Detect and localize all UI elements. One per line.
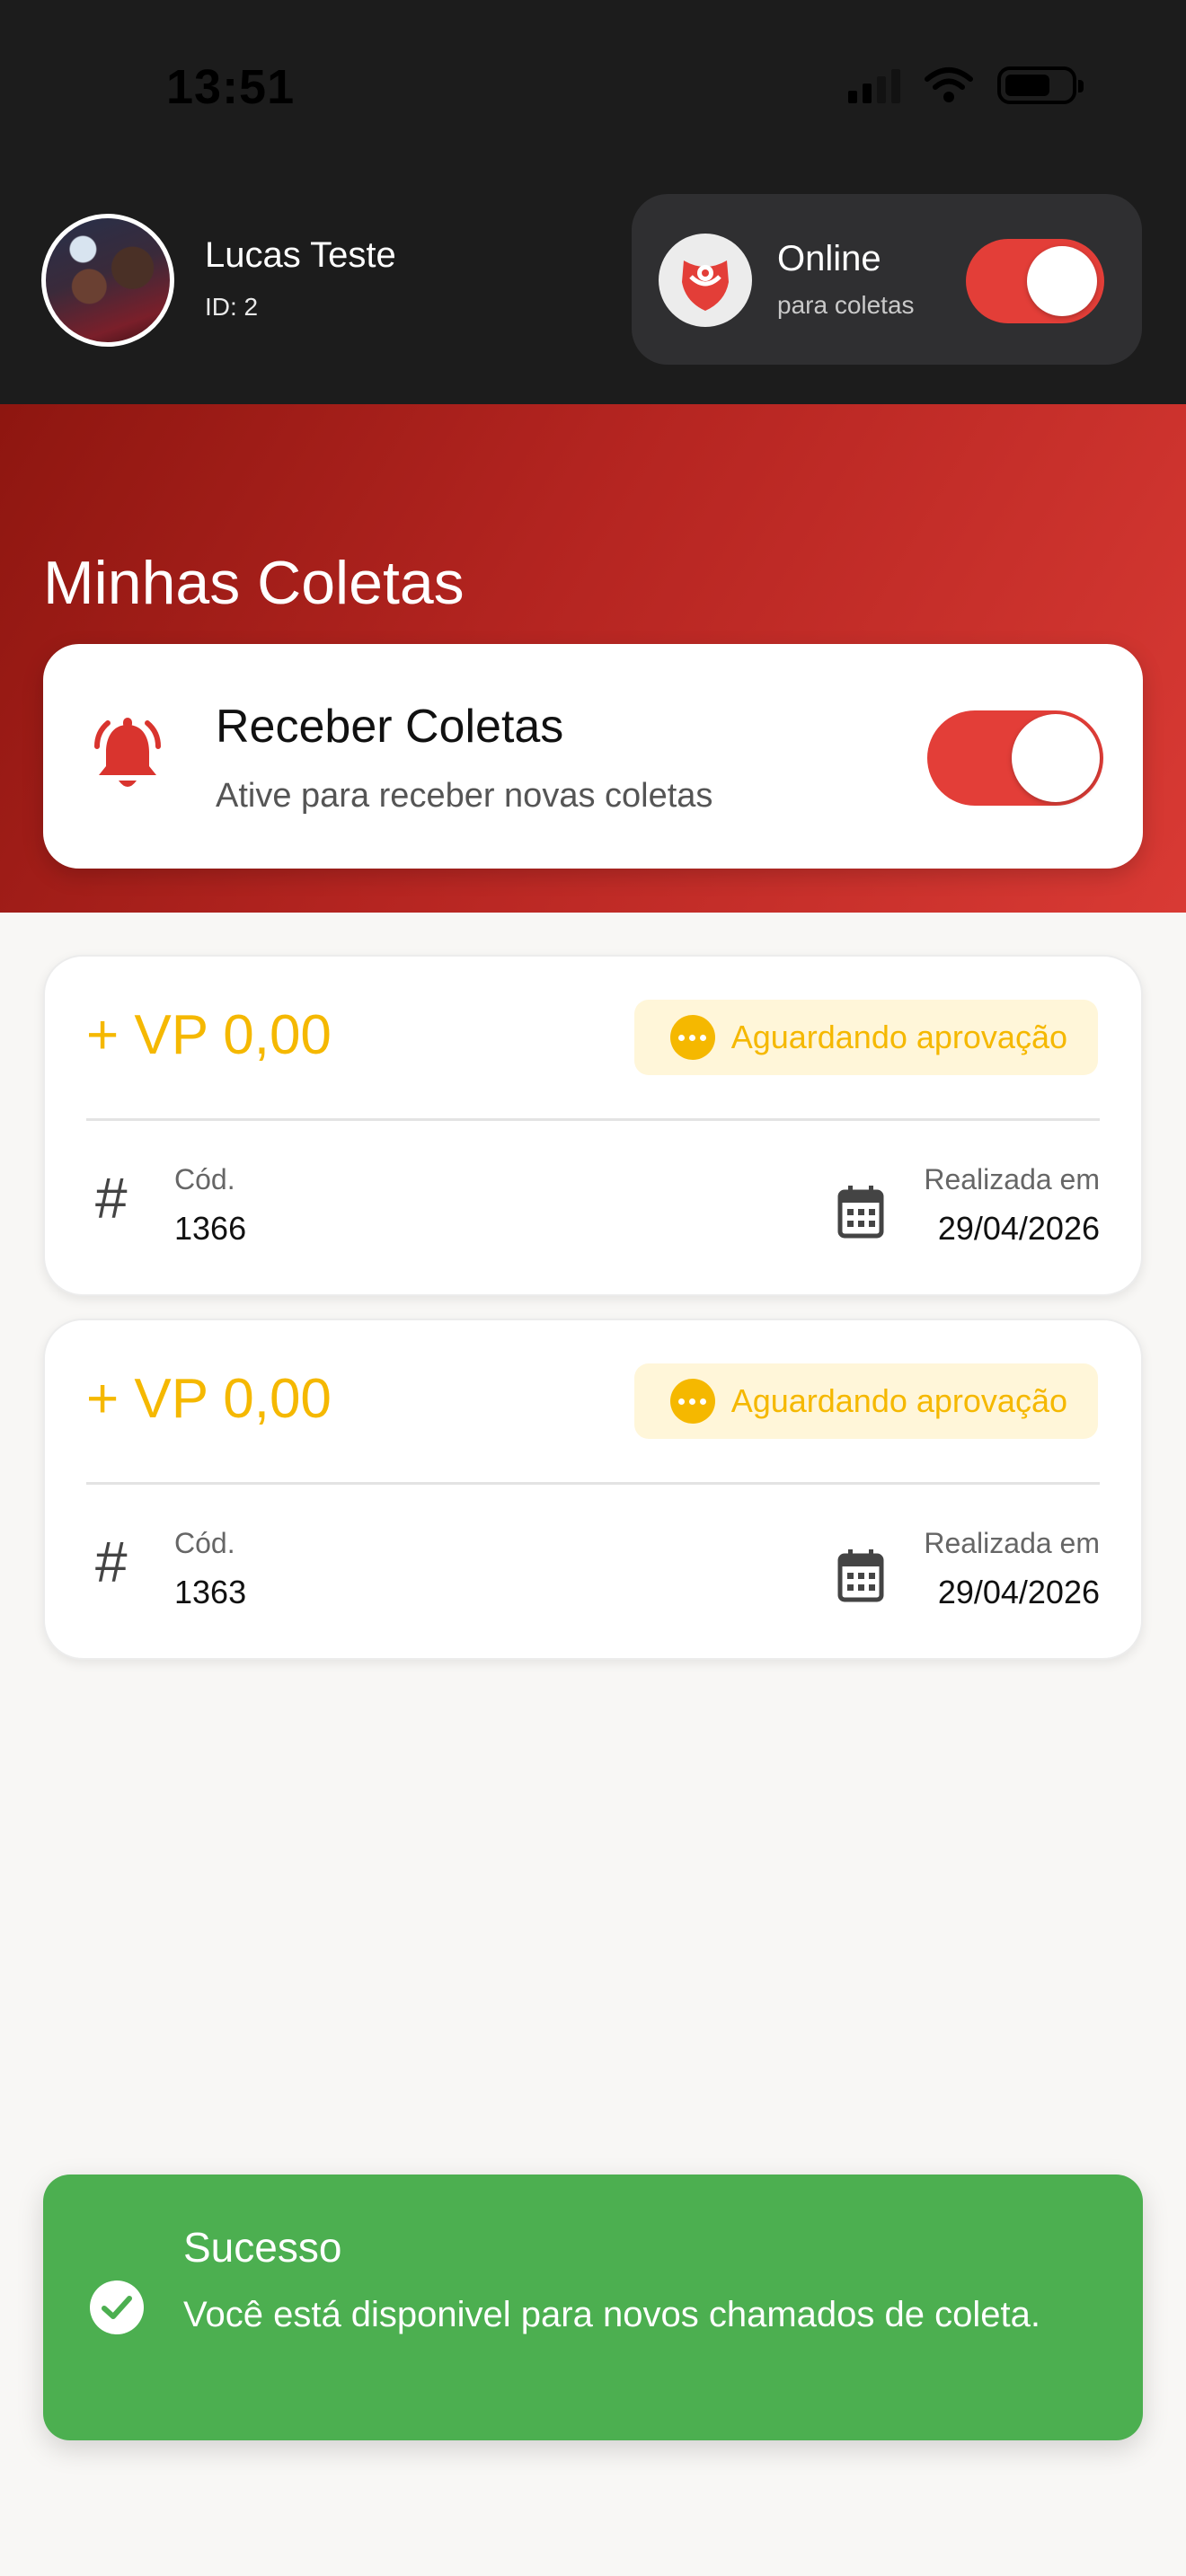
status-text: Aguardando aprovação (730, 1019, 1067, 1055)
user-id: ID: 2 (205, 293, 259, 321)
toast-title: Sucesso (183, 2224, 342, 2271)
online-subtitle: para coletas (777, 291, 915, 319)
more-dots-icon (669, 1015, 715, 1060)
date-value: 29/04/2026 (937, 1210, 1100, 1247)
calendar-icon (837, 1186, 884, 1239)
status-text: Aguardando aprovação (730, 1382, 1067, 1419)
receive-coletas-card: Receber Coletas Ative para receber novas… (43, 644, 1143, 869)
cod-label: Cód. (174, 1527, 235, 1559)
user-name: Lucas Teste (205, 235, 396, 275)
divider (86, 1118, 1100, 1121)
online-status-card: Online para coletas (632, 194, 1142, 365)
coleta-card[interactable]: + VP 0,00 Aguardando aprovação # Cód. 13… (43, 955, 1143, 1296)
toggle-knob (1027, 246, 1097, 316)
date-label: Realizada em (924, 1527, 1100, 1559)
receive-title: Receber Coletas (216, 701, 564, 753)
page-title: Minhas Coletas (43, 549, 465, 617)
receive-subtitle: Ative para receber novas coletas (216, 777, 713, 815)
status-badge: Aguardando aprovação (633, 1000, 1098, 1075)
date-label: Realizada em (924, 1163, 1100, 1195)
receive-toggle[interactable] (927, 710, 1103, 806)
coleta-amount: + VP 0,00 (86, 1004, 332, 1066)
calendar-icon (837, 1549, 884, 1602)
status-icons (848, 66, 1084, 104)
toast-message: Você está disponivel para novos chamados… (183, 2295, 1040, 2334)
app-header: 13:51 Lucas Teste ID: 2 Online para cole… (0, 0, 1186, 404)
bell-icon (94, 718, 161, 787)
status-badge: Aguardando aprovação (633, 1363, 1098, 1439)
check-circle-icon (90, 2280, 144, 2334)
wifi-icon (925, 67, 973, 102)
coleta-amount: + VP 0,00 (86, 1368, 332, 1430)
cod-label: Cód. (174, 1163, 235, 1195)
hash-icon: # (95, 1166, 128, 1231)
coleta-card[interactable]: + VP 0,00 Aguardando aprovação # Cód. 13… (43, 1319, 1143, 1660)
cod-value: 1363 (174, 1574, 247, 1610)
more-dots-icon (669, 1379, 715, 1424)
date-value: 29/04/2026 (937, 1574, 1100, 1610)
online-toggle[interactable] (966, 239, 1104, 323)
cellular-signal-icon (848, 67, 900, 103)
avatar[interactable] (41, 214, 174, 347)
status-time: 13:51 (166, 60, 296, 114)
toggle-knob (1012, 714, 1100, 802)
cod-value: 1366 (174, 1210, 247, 1247)
online-title: Online (777, 239, 881, 278)
hash-icon: # (95, 1530, 128, 1594)
divider (86, 1482, 1100, 1485)
app-logo-icon (659, 234, 752, 327)
battery-icon (997, 66, 1084, 104)
success-toast[interactable]: Sucesso Você está disponivel para novos … (43, 2175, 1143, 2440)
